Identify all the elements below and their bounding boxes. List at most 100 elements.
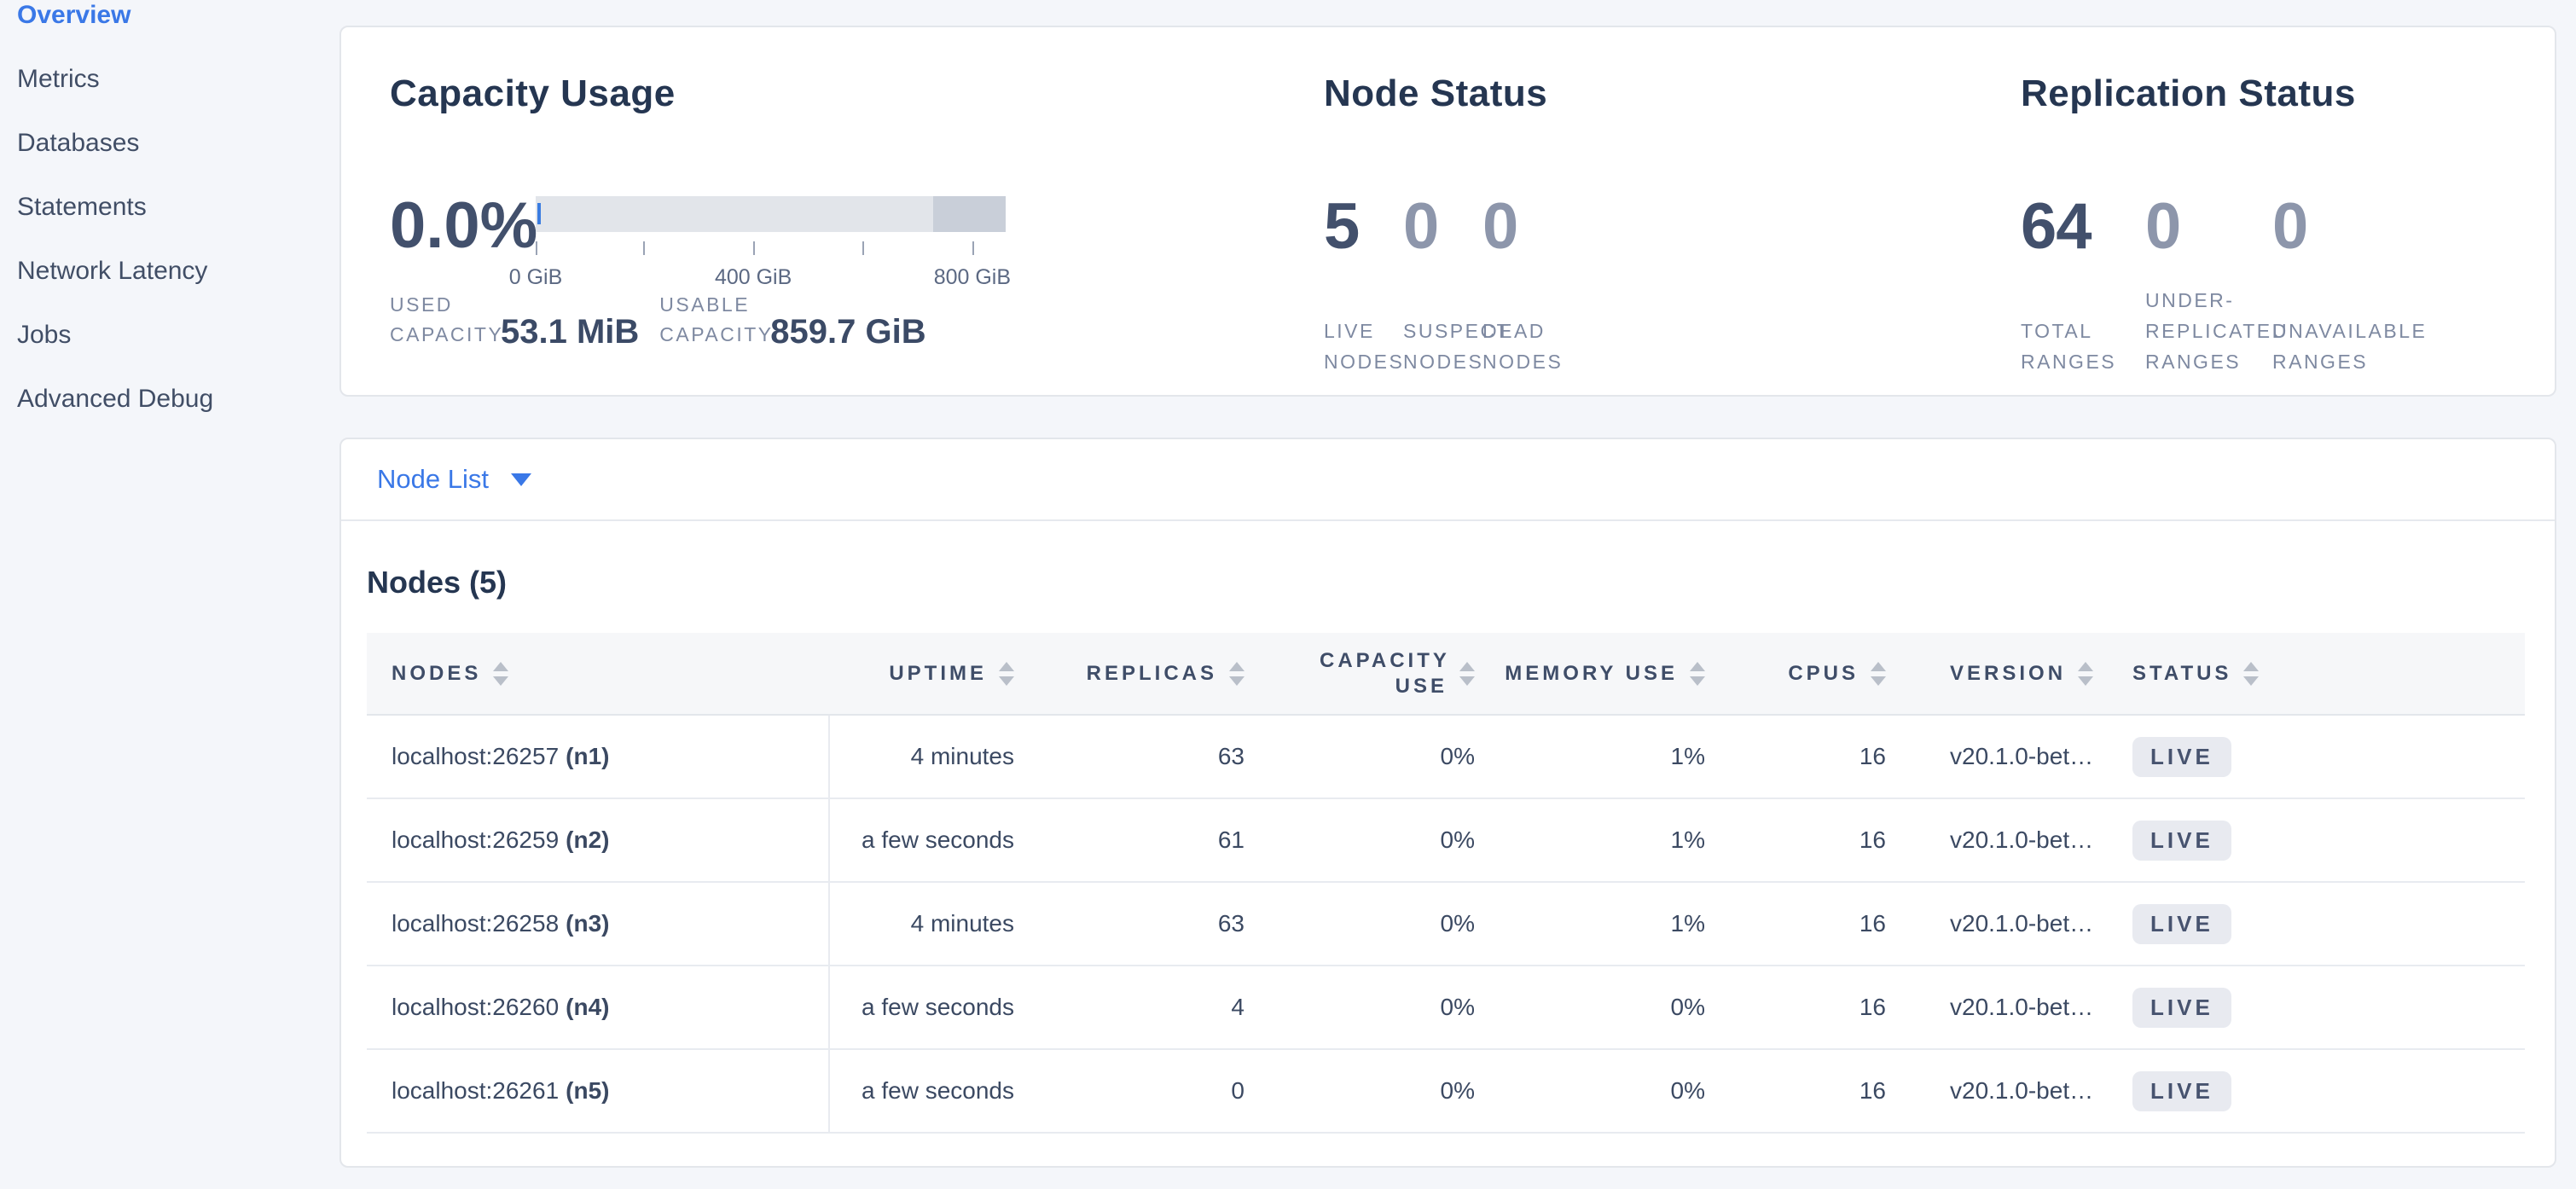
status-badge: LIVE <box>2132 904 2231 944</box>
nodes-table: NODES UPTIME REPLICAS CAPACITY USE MEMORY US… <box>367 633 2525 1134</box>
capacity-use-cell: 0% <box>1264 799 1494 881</box>
column-header-label: CAPACITY USE <box>1320 648 1448 699</box>
stat-label-live-nodes: LIVE NODES <box>1324 316 1403 377</box>
column-header-cpus[interactable]: CPUS <box>1725 633 1906 714</box>
table-row-localhost-26258[interactable]: localhost:26258(n3)4 minutes630%1%16v20.… <box>367 883 2525 966</box>
column-header-label: NODES <box>392 662 481 686</box>
node-address-cell: localhost:26260 (n4) <box>367 966 830 1048</box>
node-list-selector-bar: Node List <box>341 439 2555 521</box>
node-address-cell: localhost:26257 (n1) <box>367 716 830 798</box>
sidebar-nav: Overview Metrics Databases Statements Networ… <box>0 0 339 448</box>
column-header-memory-use[interactable]: MEMORY USE <box>1494 633 1725 714</box>
node-id: (n4) <box>566 994 609 1021</box>
overview-page: { "sidebar": { "items": [ { "label": "Ov… <box>0 0 2576 1189</box>
version-cell: v20.1.0-bet… <box>1906 1050 2102 1132</box>
version-cell: v20.1.0-bet… <box>1906 716 2102 798</box>
sidebar-item-overview[interactable]: Overview <box>17 0 339 31</box>
node-list-dropdown-label: Node List <box>377 464 489 495</box>
sidebar-item-jobs[interactable]: Jobs <box>17 320 339 351</box>
node-id: (n1) <box>566 743 609 770</box>
memory-use-cell: 1% <box>1494 799 1725 881</box>
uptime-cell: a few seconds <box>830 1050 1034 1132</box>
node-status-section: Node Status 5LIVE NODES0SUSPECT NODES0DE… <box>1324 72 1921 115</box>
table-row-localhost-26260[interactable]: localhost:26260(n4)a few seconds40%0%16v… <box>367 966 2525 1050</box>
stat-label-suspect-nodes: SUSPECT NODES <box>1403 316 1482 377</box>
node-id: (n5) <box>566 1077 609 1105</box>
column-header-label: CPUS <box>1788 662 1859 686</box>
column-header-version[interactable]: VERSION <box>1906 633 2102 714</box>
usable-capacity-stat: USABLE CAPACITY 859.7 GiB <box>659 290 925 350</box>
replicas-cell: 4 <box>1034 966 1264 1048</box>
status-badge: LIVE <box>2132 988 2231 1028</box>
column-header-capacity-use[interactable]: CAPACITY USE <box>1264 633 1494 714</box>
axis-tick <box>753 241 755 255</box>
status-badge: LIVE <box>2132 1071 2231 1111</box>
usable-capacity-value: 859.7 GiB <box>770 314 925 350</box>
version-cell: v20.1.0-bet… <box>1906 799 2102 881</box>
stat-unavailable-ranges: 0UNAVAILABLE RANGES <box>2272 194 2422 377</box>
column-header-label: MEMORY USE <box>1505 662 1678 686</box>
used-capacity-value: 53.1 MiB <box>501 314 639 350</box>
axis-label-0-gib: 0 GiB <box>509 265 563 290</box>
capacity-use-cell: 0% <box>1264 1050 1494 1132</box>
column-header-label: VERSION <box>1950 662 2066 686</box>
column-header-replicas[interactable]: REPLICAS <box>1034 633 1264 714</box>
table-row-localhost-26261[interactable]: localhost:26261(n5)a few seconds00%0%16v… <box>367 1050 2525 1134</box>
cluster-summary-panel: Capacity Usage 0.0% 0 GiB400 GiB800 GiB … <box>339 26 2556 397</box>
node-address: localhost:26257 <box>392 743 559 770</box>
used-capacity-label: USED CAPACITY <box>390 290 490 350</box>
capacity-stats: USED CAPACITY 53.1 MiB USABLE CAPACITY 8… <box>390 290 926 350</box>
status-cell: LIVE <box>2102 883 2525 965</box>
stat-label-dead-nodes: DEAD NODES <box>1482 316 1562 377</box>
sidebar-item-metrics[interactable]: Metrics <box>17 64 339 95</box>
column-header-label: REPLICAS <box>1087 662 1217 686</box>
nodes-table-header-row: NODES UPTIME REPLICAS CAPACITY USE MEMORY US… <box>367 633 2525 716</box>
node-list-panel: Node List Nodes (5) NODESUPTIMEREPLICASC… <box>339 438 2556 1168</box>
capacity-use-cell: 0% <box>1264 883 1494 965</box>
replicas-cell: 63 <box>1034 716 1264 798</box>
node-address: localhost:26259 <box>392 826 559 854</box>
node-address-cell: localhost:26258(n3) <box>367 883 830 965</box>
usable-capacity-label: USABLE CAPACITY <box>659 290 760 350</box>
stat-under-replicated-ranges: 0UNDER-REPLICATED RANGES <box>2145 194 2272 377</box>
replicas-cell: 0 <box>1034 1050 1264 1132</box>
axis-label-800-gib: 800 GiB <box>934 265 1011 290</box>
cpus-cell: 16 <box>1725 883 1906 965</box>
column-header-label: STATUS <box>2132 662 2231 686</box>
nodes-table-body: localhost:26257(n1)4 minutes630%1%16v20.… <box>367 716 2525 1134</box>
sidebar-item-network-latency[interactable]: Network Latency <box>17 256 339 287</box>
column-header-uptime[interactable]: UPTIME <box>830 633 1034 714</box>
node-list-dropdown[interactable]: Node List <box>377 464 531 495</box>
replication-status-stats: 64TOTAL RANGES0UNDER-REPLICATED RANGES0U… <box>2021 194 2422 377</box>
column-header-status[interactable]: STATUS <box>2102 633 2525 714</box>
memory-use-cell: 0% <box>1494 1050 1725 1132</box>
status-cell: LIVE <box>2102 799 2525 881</box>
version-cell: v20.1.0-bet… <box>1906 966 2102 1048</box>
replicas-cell: 61 <box>1034 799 1264 881</box>
capacity-use-cell: 0% <box>1264 966 1494 1048</box>
axis-tick <box>643 241 645 255</box>
sort-arrows-icon <box>1690 662 1705 686</box>
stat-value-suspect-nodes: 0 <box>1403 194 1482 260</box>
stat-value-under-replicated-ranges: 0 <box>2145 194 2272 260</box>
node-address: localhost:26260 <box>392 994 559 1021</box>
axis-label-400-gib: 400 GiB <box>715 265 792 290</box>
sidebar-item-advanced-debug[interactable]: Advanced Debug <box>17 384 339 415</box>
node-address: localhost:26261 <box>392 1077 559 1105</box>
stat-label-unavailable-ranges: UNAVAILABLE RANGES <box>2272 316 2422 377</box>
sort-arrows-icon <box>2078 662 2093 686</box>
sort-arrows-icon <box>1229 662 1244 686</box>
table-row-localhost-26259[interactable]: localhost:26259(n2)a few seconds610%1%16… <box>367 799 2525 883</box>
sidebar-item-statements[interactable]: Statements <box>17 192 339 223</box>
cpus-cell: 16 <box>1725 966 1906 1048</box>
column-header-nodes[interactable]: NODES <box>367 633 830 714</box>
table-row-localhost-26257[interactable]: localhost:26257(n1)4 minutes630%1%16v20.… <box>367 716 2525 799</box>
sidebar-item-databases[interactable]: Databases <box>17 128 339 159</box>
capacity-gauge-bar <box>536 196 1006 232</box>
stat-label-total-ranges: TOTAL RANGES <box>2021 316 2145 377</box>
sort-arrows-icon <box>999 662 1014 686</box>
axis-tick <box>536 241 537 255</box>
stat-live-nodes: 5LIVE NODES <box>1324 194 1403 377</box>
uptime-cell: 4 minutes <box>830 883 1034 965</box>
replication-status-section: Replication Status 64TOTAL RANGES0UNDER-… <box>2021 72 2532 115</box>
